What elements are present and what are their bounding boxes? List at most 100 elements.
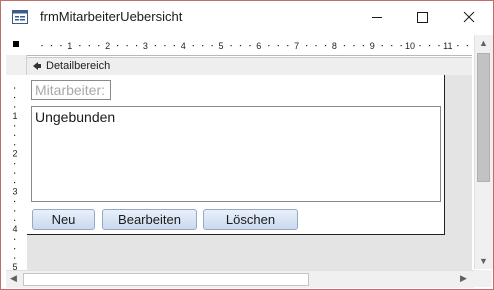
employee-label[interactable]: Mitarbeiter:	[31, 80, 111, 100]
horizontal-ruler-scale: 1 2 3 4 5 6 7 8 9 10 11	[41, 41, 468, 51]
minimize-button[interactable]	[354, 1, 400, 33]
ruler-tick	[419, 45, 421, 47]
ruler-number: 4	[181, 41, 186, 51]
form-icon	[12, 10, 28, 24]
ruler-tick	[14, 125, 16, 127]
ruler-tick	[14, 134, 16, 136]
ruler-tick	[79, 45, 81, 47]
ruler-tick	[14, 163, 16, 165]
ruler-tick	[249, 45, 251, 47]
edit-button[interactable]: Bearbeiten	[102, 209, 197, 230]
form-design-window: frmMitarbeiterUebersicht 1 2 3 4 5 6 7 8 9 10 11 1…	[0, 0, 494, 290]
ruler-tick	[343, 45, 346, 47]
ruler-tick	[135, 45, 138, 47]
ruler-tick	[14, 181, 16, 184]
ruler-tick	[230, 45, 232, 47]
ruler-number: 1	[67, 41, 72, 51]
ruler-tick	[202, 45, 204, 47]
ruler-tick	[400, 45, 402, 47]
section-ruler-strip	[6, 55, 27, 75]
employee-label-text: Mitarbeiter:	[35, 82, 106, 98]
ruler-number: 10	[405, 41, 415, 51]
ruler-tick	[457, 45, 459, 47]
ruler-tick	[50, 45, 53, 47]
maximize-icon	[417, 12, 428, 23]
ruler-tick	[154, 45, 157, 47]
window-title: frmMitarbeiterUebersicht	[40, 9, 183, 24]
vertical-scroll-thumb[interactable]	[477, 53, 490, 182]
delete-button[interactable]: Löschen	[203, 209, 298, 230]
scroll-right-icon[interactable]: ▶	[460, 274, 467, 283]
ruler-tick	[14, 200, 16, 203]
ruler-tick	[98, 45, 100, 47]
ruler-tick	[324, 45, 327, 47]
ruler-tick	[466, 45, 468, 47]
maximize-button[interactable]	[400, 1, 446, 33]
employee-subform[interactable]: Ungebunden	[31, 106, 441, 202]
ruler-number: 11	[443, 41, 452, 51]
ruler-tick	[381, 45, 383, 47]
ruler-tick	[211, 45, 213, 47]
ruler-tick	[14, 172, 16, 174]
scroll-up-icon[interactable]: ▲	[479, 39, 488, 48]
ruler-corner[interactable]	[6, 35, 27, 56]
ruler-tick	[428, 45, 431, 47]
ruler-tick	[14, 87, 16, 89]
ruler-tick	[239, 45, 242, 47]
ruler-tick	[438, 45, 440, 47]
ruler-tick	[14, 96, 16, 99]
ruler-number: 1	[12, 111, 17, 121]
ruler-tick	[287, 45, 289, 47]
ruler-tick	[41, 45, 43, 47]
ruler-tick	[14, 144, 16, 146]
ruler-number: 8	[332, 41, 337, 51]
ruler-number: 6	[256, 41, 261, 51]
title-bar[interactable]: frmMitarbeiterUebersicht	[1, 1, 493, 33]
ruler-tick	[88, 45, 90, 47]
section-arrow-icon	[33, 62, 41, 70]
resize-grip[interactable]	[474, 270, 492, 287]
horizontal-ruler[interactable]: 1 2 3 4 5 6 7 8 9 10 11	[27, 35, 472, 56]
ruler-number: 2	[12, 149, 17, 159]
minimize-icon	[372, 17, 382, 18]
close-icon	[463, 11, 475, 23]
ruler-tick	[117, 45, 119, 47]
ruler-tick	[391, 45, 393, 47]
scroll-left-icon[interactable]: ◀	[10, 274, 17, 283]
ruler-tick	[173, 45, 175, 47]
section-label: Detailbereich	[46, 60, 111, 72]
ruler-tick	[362, 45, 364, 47]
ruler-tick	[14, 238, 16, 240]
ruler-tick	[164, 45, 166, 47]
ruler-number: 7	[294, 41, 299, 51]
close-button[interactable]	[446, 1, 492, 33]
ruler-number: 3	[12, 186, 17, 196]
ruler-number: 4	[12, 224, 17, 234]
ruler-tick	[306, 45, 308, 47]
vertical-ruler-scale: 1 2 3 4 5	[12, 87, 18, 270]
new-button[interactable]: Neu	[32, 209, 95, 230]
ruler-tick	[60, 45, 62, 47]
ruler-tick	[315, 45, 317, 47]
scroll-down-icon[interactable]: ▼	[479, 257, 488, 266]
ruler-tick	[268, 45, 270, 47]
ruler-number: 5	[218, 41, 223, 51]
detail-section-bar[interactable]: Detailbereich	[27, 57, 472, 76]
ruler-tick	[14, 219, 16, 221]
ruler-tick	[277, 45, 279, 47]
ruler-tick	[14, 106, 16, 108]
ruler-tick	[14, 210, 16, 212]
ruler-number: 5	[12, 262, 17, 270]
ruler-tick	[192, 45, 194, 47]
ruler-number: 2	[105, 41, 110, 51]
ruler-tick	[14, 257, 16, 259]
ruler-tick	[126, 45, 128, 47]
ruler-number: 9	[370, 41, 375, 51]
vertical-ruler[interactable]: 1 2 3 4 5	[6, 75, 26, 270]
form-selector[interactable]	[13, 41, 19, 47]
ruler-tick	[14, 248, 16, 250]
subform-unbound-text: Ungebunden	[35, 109, 116, 125]
horizontal-scroll-thumb[interactable]	[23, 273, 309, 286]
ruler-tick	[353, 45, 355, 47]
ruler-number: 3	[143, 41, 148, 51]
